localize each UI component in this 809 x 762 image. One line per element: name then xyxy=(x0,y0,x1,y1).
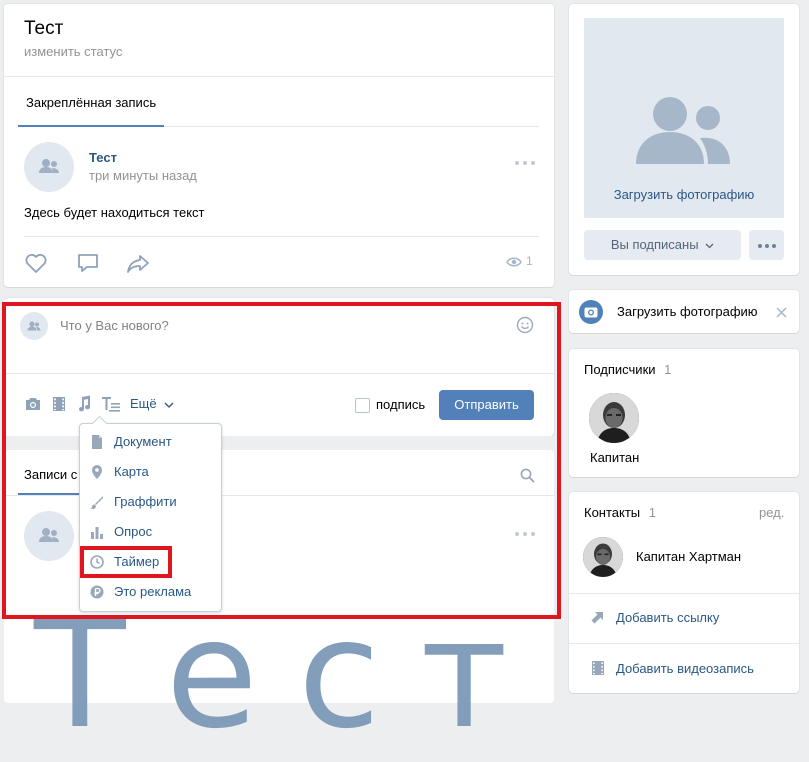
contacts-edit-link[interactable]: ред. xyxy=(759,505,784,520)
menu-item-poll[interactable]: Опрос xyxy=(80,517,219,547)
person-photo xyxy=(589,393,639,443)
timer-highlight-frame xyxy=(80,546,172,578)
post-author-name[interactable]: Тест xyxy=(89,150,117,165)
profile-card: Тест изменить статус Закреплённая запись… xyxy=(4,4,554,287)
subscribers-title-text: Подписчики xyxy=(584,362,656,377)
contacts-count: 1 xyxy=(648,505,657,520)
comment-icon[interactable] xyxy=(76,252,100,274)
menu-item-label: Это реклама xyxy=(114,584,192,599)
subscriber-name[interactable]: Капитан xyxy=(590,450,639,465)
contact-name[interactable]: Капитан Хартман xyxy=(636,549,741,564)
tab-pinned-post[interactable]: Закреплённая запись xyxy=(26,95,156,110)
contacts-card: Контакты 1 ред. Капитан Хартман Добавить… xyxy=(569,492,799,693)
photo-placeholder[interactable]: Загрузить фотографию xyxy=(584,18,784,218)
subscribers-title[interactable]: Подписчики 1 xyxy=(584,362,671,377)
person-photo xyxy=(583,537,623,577)
menu-item-map[interactable]: Карта xyxy=(80,457,219,487)
menu-item-graffiti[interactable]: Граффити xyxy=(80,487,219,517)
more-dots-icon xyxy=(757,243,776,248)
subscribers-card: Подписчики 1 Капитан xyxy=(569,349,799,477)
chevron-down-icon xyxy=(705,243,714,248)
menu-item-label: Документ xyxy=(114,434,172,449)
menu-item-label: Опрос xyxy=(114,524,153,539)
tabs-divider xyxy=(164,126,539,127)
subscribed-label: Вы подписаны xyxy=(610,237,699,252)
post-text: Здесь будет находиться текст xyxy=(24,205,205,220)
post-actions-divider xyxy=(24,236,539,237)
subscribed-button[interactable]: Вы подписаны xyxy=(584,230,741,260)
map-pin-icon xyxy=(92,465,102,479)
profile-name: Тест xyxy=(24,18,64,39)
document-icon xyxy=(92,435,102,449)
menu-item-document[interactable]: Документ xyxy=(80,427,219,457)
profile-photo-card: Загрузить фотографию Вы подписаны xyxy=(569,4,799,275)
brush-icon xyxy=(90,496,103,509)
poll-icon xyxy=(91,527,103,539)
upload-photo-label[interactable]: Загрузить фотографию xyxy=(584,187,784,202)
post-menu-icon[interactable] xyxy=(514,154,536,169)
close-icon[interactable] xyxy=(776,306,787,321)
more-attachments-menu: Документ Карта Граффити Опрос Таймер Это… xyxy=(79,415,222,612)
subscriber-avatar[interactable] xyxy=(589,393,639,443)
ruble-icon xyxy=(90,585,104,599)
contacts-title-text: Контакты xyxy=(584,505,641,520)
group-icon xyxy=(39,159,59,173)
share-icon[interactable] xyxy=(125,252,151,274)
profile-divider xyxy=(4,76,554,77)
link-arrow-icon xyxy=(591,610,605,627)
tab-pinned-underline xyxy=(18,125,164,127)
views-count: 1 xyxy=(526,254,533,268)
upload-banner-label[interactable]: Загрузить фотографию xyxy=(617,304,758,319)
menu-item-label: Граффити xyxy=(114,494,177,509)
views-icon xyxy=(506,256,522,268)
add-video-button[interactable]: Добавить видеозапись xyxy=(616,661,754,676)
hand-drawn-text: Тест xyxy=(34,588,548,762)
upload-photo-banner: Загрузить фотографию xyxy=(569,290,799,333)
contacts-divider-1 xyxy=(569,593,799,594)
contacts-divider-2 xyxy=(569,643,799,644)
contacts-title[interactable]: Контакты 1 xyxy=(584,505,656,520)
menu-item-label: Карта xyxy=(114,464,149,479)
post-author-avatar[interactable] xyxy=(24,142,74,192)
contact-avatar[interactable] xyxy=(583,537,623,577)
post-time[interactable]: три минуты назад xyxy=(89,168,197,183)
profile-more-button[interactable] xyxy=(749,230,784,260)
video-film-icon xyxy=(591,661,605,678)
change-status-link[interactable]: изменить статус xyxy=(24,44,122,59)
menu-item-ad[interactable]: Это реклама xyxy=(80,577,219,607)
like-icon[interactable] xyxy=(24,252,48,274)
subscribers-count: 1 xyxy=(664,362,672,377)
add-link-button[interactable]: Добавить ссылку xyxy=(616,610,719,625)
camera-circle-icon[interactable] xyxy=(579,300,603,327)
